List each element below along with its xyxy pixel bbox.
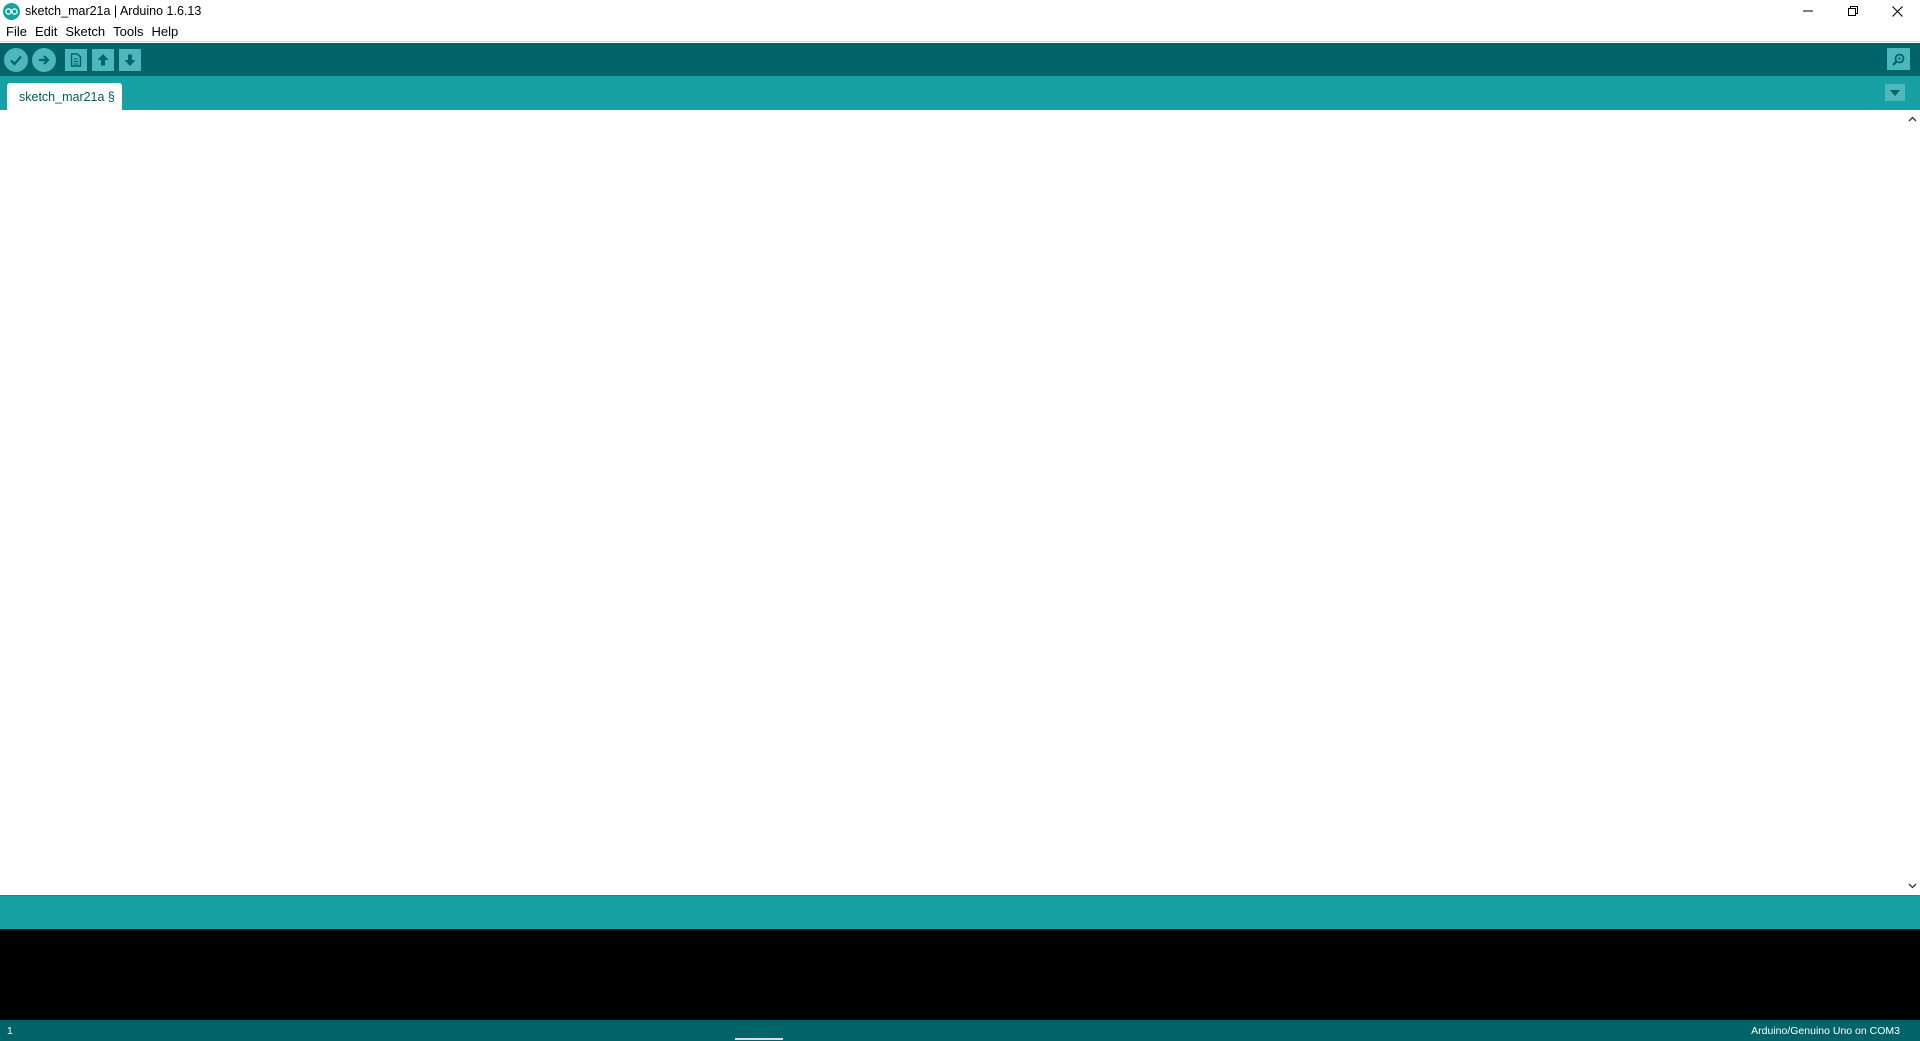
window-controls: [1785, 0, 1920, 22]
tab-sketch-mar21a[interactable]: sketch_mar21a §: [7, 83, 122, 110]
menu-sketch[interactable]: Sketch: [61, 22, 109, 42]
new-file-icon: [70, 52, 82, 67]
tab-bar: sketch_mar21a §: [0, 76, 1920, 110]
chevron-down-icon: [1908, 883, 1916, 889]
checkmark-icon: [10, 55, 22, 66]
title-bar: sketch_mar21a | Arduino 1.6.13: [0, 0, 1920, 22]
board-port-info: Arduino/Genuino Uno on COM3: [1751, 1025, 1900, 1037]
line-number: 1: [7, 1025, 13, 1037]
message-bar: [0, 895, 1920, 929]
open-button[interactable]: [92, 48, 114, 71]
minimize-button[interactable]: [1785, 0, 1830, 22]
close-icon: [1892, 5, 1903, 17]
save-button[interactable]: [119, 48, 141, 71]
scroll-down-button[interactable]: [1904, 879, 1920, 893]
arrow-up-icon: [97, 53, 109, 65]
tab-label: sketch_mar21a §: [19, 89, 115, 104]
code-editor[interactable]: [0, 110, 1904, 895]
menu-tools[interactable]: Tools: [109, 22, 147, 42]
arduino-logo-icon: [3, 2, 20, 20]
console-output[interactable]: [0, 929, 1920, 1020]
verify-button[interactable]: [4, 47, 28, 72]
chevron-up-icon: [1908, 116, 1916, 122]
footer-bar: 1 Arduino/Genuino Uno on COM3: [0, 1020, 1920, 1041]
close-button[interactable]: [1875, 0, 1920, 22]
restore-button[interactable]: [1830, 0, 1875, 22]
new-button[interactable]: [65, 48, 87, 71]
minimize-icon: [1802, 10, 1813, 12]
toolbar: [0, 43, 1920, 76]
editor-vertical-scrollbar[interactable]: [1904, 110, 1920, 895]
tab-menu-button[interactable]: [1885, 84, 1905, 101]
menu-file[interactable]: File: [0, 22, 31, 42]
restore-icon: [1847, 6, 1858, 16]
serial-monitor-button[interactable]: [1887, 48, 1910, 70]
window-title: sketch_mar21a | Arduino 1.6.13: [25, 4, 202, 18]
menu-bar: File Edit Sketch Tools Help: [0, 22, 1920, 42]
resize-grip[interactable]: [735, 1038, 783, 1040]
arrow-right-icon: [39, 54, 50, 65]
arrow-down-icon: [124, 54, 136, 66]
scroll-up-button[interactable]: [1904, 112, 1920, 126]
menu-help[interactable]: Help: [147, 22, 182, 42]
upload-button[interactable]: [32, 47, 56, 72]
menu-edit[interactable]: Edit: [31, 22, 61, 42]
magnifier-icon: [1892, 53, 1905, 66]
triangle-down-icon: [1890, 89, 1900, 96]
